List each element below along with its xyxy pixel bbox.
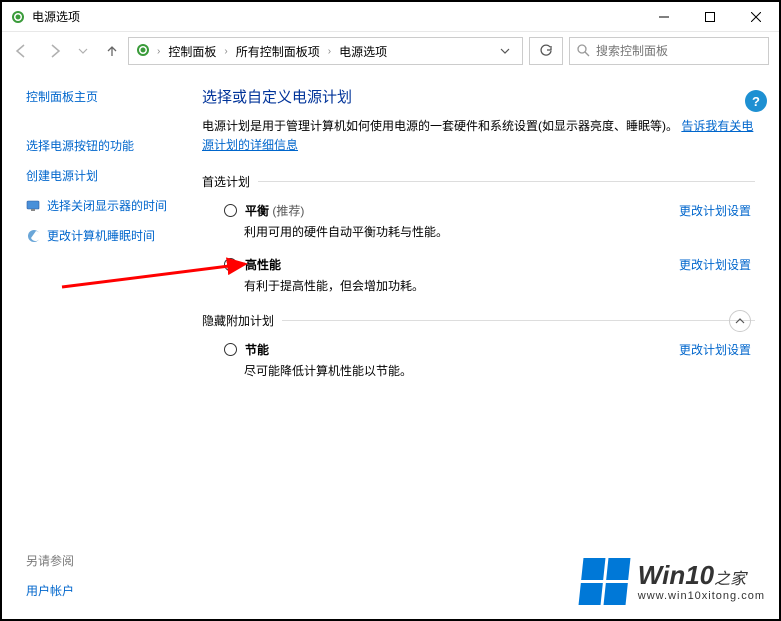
breadcrumb-dropdown[interactable] <box>494 42 516 60</box>
navigation-bar: › 控制面板 › 所有控制面板项 › 电源选项 <box>2 32 779 70</box>
windows-logo-icon <box>578 558 630 605</box>
plan-description: 有利于提高性能，但会增加功耗。 <box>202 273 755 294</box>
refresh-button[interactable] <box>529 37 563 65</box>
maximize-button[interactable] <box>687 2 733 31</box>
radio-button[interactable] <box>224 343 237 356</box>
nav-arrows <box>12 39 122 63</box>
divider <box>258 181 755 182</box>
plan-description: 尽可能降低计算机性能以节能。 <box>202 358 755 379</box>
plan-description: 利用可用的硬件自动平衡功耗与性能。 <box>202 219 755 240</box>
power-plan-high-performance[interactable]: 高性能 更改计划设置 <box>202 252 755 273</box>
sidebar-link[interactable]: 更改计算机睡眠时间 <box>47 227 155 244</box>
main-panel: 选择或自定义电源计划 电源计划是用于管理计算机如何使用电源的一套硬件和系统设置(… <box>202 70 779 619</box>
breadcrumb[interactable]: › 控制面板 › 所有控制面板项 › 电源选项 <box>128 37 523 65</box>
back-button[interactable] <box>12 40 32 62</box>
preferred-plans-header: 首选计划 <box>202 173 755 190</box>
forward-button[interactable] <box>44 40 64 62</box>
change-plan-link[interactable]: 更改计划设置 <box>679 202 751 219</box>
plan-name: 高性能 <box>245 258 281 272</box>
close-button[interactable] <box>733 2 779 31</box>
see-also-header: 另请参阅 <box>26 552 74 569</box>
breadcrumb-item[interactable]: 电源选项 <box>337 41 389 62</box>
radio-button[interactable] <box>224 258 237 271</box>
sidebar: 控制面板主页 选择电源按钮的功能 创建电源计划 选择关闭显示器的时间 更改计算机… <box>2 70 202 619</box>
sidebar-link[interactable]: 选择电源按钮的功能 <box>26 137 134 154</box>
search-input[interactable] <box>596 44 762 58</box>
sidebar-link[interactable]: 创建电源计划 <box>26 167 98 184</box>
plan-name: 平衡 <box>245 204 269 218</box>
breadcrumb-item[interactable]: 所有控制面板项 <box>234 41 322 62</box>
monitor-icon <box>26 198 42 214</box>
plan-name: 节能 <box>245 343 269 357</box>
watermark-url: www.win10xitong.com <box>638 590 765 602</box>
description-text: 电源计划是用于管理计算机如何使用电源的一套硬件和系统设置(如显示器亮度、睡眠等)… <box>202 119 678 133</box>
change-plan-link[interactable]: 更改计划设置 <box>679 256 751 273</box>
power-plan-power-saver[interactable]: 节能 更改计划设置 <box>202 337 755 358</box>
breadcrumb-item[interactable]: 控制面板 <box>166 41 218 62</box>
power-plan-balanced[interactable]: 平衡 (推荐) 更改计划设置 <box>202 198 755 219</box>
collapse-button[interactable] <box>729 310 751 332</box>
section-label: 隐藏附加计划 <box>202 312 274 329</box>
sidebar-link[interactable]: 选择关闭显示器的时间 <box>47 197 167 214</box>
page-heading: 选择或自定义电源计划 <box>202 86 755 107</box>
radio-button[interactable] <box>224 204 237 217</box>
chevron-right-icon: › <box>155 46 162 57</box>
power-options-icon <box>10 9 26 25</box>
see-also-link[interactable]: 用户帐户 <box>26 582 74 599</box>
watermark: Win10之家 www.win10xitong.com <box>581 558 765 605</box>
section-label: 首选计划 <box>202 173 250 190</box>
change-plan-link[interactable]: 更改计划设置 <box>679 341 751 358</box>
title-bar: 电源选项 <box>2 2 779 32</box>
window-title: 电源选项 <box>32 8 641 25</box>
content-area: 控制面板主页 选择电源按钮的功能 创建电源计划 选择关闭显示器的时间 更改计算机… <box>2 70 779 619</box>
hidden-plans-header: 隐藏附加计划 <box>202 312 755 329</box>
search-icon <box>576 43 590 60</box>
chevron-right-icon: › <box>222 46 229 57</box>
window-controls <box>641 2 779 31</box>
up-button[interactable] <box>102 39 122 63</box>
power-options-icon <box>135 42 151 61</box>
watermark-brand: Win10之家 <box>638 561 746 590</box>
chevron-right-icon: › <box>326 46 333 57</box>
see-also-section: 另请参阅 用户帐户 <box>26 552 74 599</box>
sidebar-home-link[interactable]: 控制面板主页 <box>26 88 188 105</box>
search-box[interactable] <box>569 37 769 65</box>
page-description: 电源计划是用于管理计算机如何使用电源的一套硬件和系统设置(如显示器亮度、睡眠等)… <box>202 117 755 155</box>
divider <box>282 320 755 321</box>
minimize-button[interactable] <box>641 2 687 31</box>
sleep-icon <box>26 228 42 244</box>
plan-sub: (推荐) <box>272 204 304 218</box>
recent-dropdown[interactable] <box>76 43 90 59</box>
